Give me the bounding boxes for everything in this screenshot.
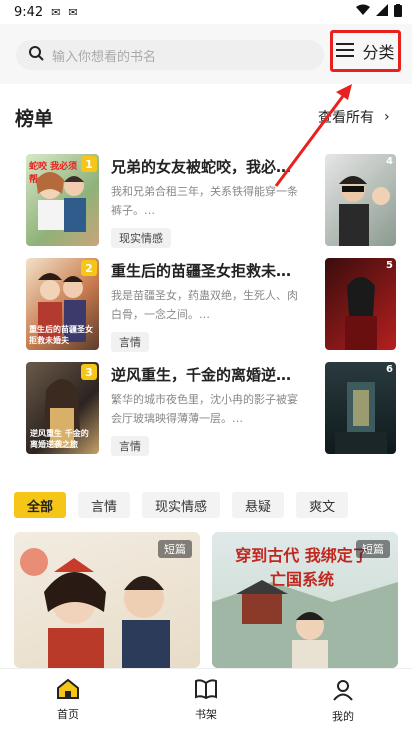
book-grid: 短篇 穿到古代 我绑定了亡国系统 短篇 (0, 532, 412, 668)
ranking-item[interactable]: 1 蛇咬 我必须帮 兄弟的女友被蛇咬，我必须… 我和兄弟合租三年，关系铁得能穿一… (0, 146, 412, 248)
search-input[interactable]: 输入你想看的书名 (16, 40, 324, 70)
tab-home[interactable]: 首页 (38, 678, 98, 722)
top-bar: 输入你想看的书名 分类 (0, 24, 412, 84)
ranking-title: 榜单 (15, 108, 54, 130)
book-cover: 3 逆风重生 千金的离婚逆袭之旅 (26, 362, 99, 454)
rank-badge: 2 (81, 260, 97, 276)
book-description: 我和兄弟合租三年，关系铁得能穿一条裤子。… (111, 185, 298, 217)
ranking-item[interactable]: 3 逆风重生 千金的离婚逆袭之旅 逆风重生，千金的离婚逆袭… 繁华的城市夜色里，… (0, 354, 412, 456)
rank-badge: 5 (386, 260, 393, 271)
book-description: 繁华的城市夜色里，沈小冉的影子被宴会厅玻璃映得薄薄一层。… (111, 393, 298, 425)
cover-text: 穿到古代 我绑定了亡国系统 (235, 546, 369, 589)
filter-chip-shuangwen[interactable]: 爽文 (296, 492, 349, 518)
search-icon (28, 45, 44, 65)
rank-badge: 1 (81, 156, 97, 172)
battery-icon (394, 3, 402, 21)
rank-badge: 6 (386, 364, 393, 375)
filter-chip-romance[interactable]: 言情 (78, 492, 131, 518)
tab-home-label: 首页 (57, 708, 79, 721)
genre-filter-bar: 全部 言情 现实情感 悬疑 爽文 (14, 492, 404, 518)
profile-icon (332, 679, 354, 704)
cover-text: 逆风重生 千金的离婚逆袭之旅 (30, 429, 89, 449)
book-card[interactable]: 短篇 (14, 532, 200, 668)
filter-chip-suspense[interactable]: 悬疑 (232, 492, 285, 518)
wifi-icon (356, 4, 370, 20)
filter-chip-all[interactable]: 全部 (14, 492, 67, 518)
signal-icon (376, 4, 388, 20)
bottom-tab-bar: 首页 书架 我的 (0, 668, 412, 732)
rank-badge: 4 (386, 156, 393, 167)
book-card[interactable]: 穿到古代 我绑定了亡国系统 短篇 (212, 532, 398, 668)
category-label: 分类 (362, 43, 395, 62)
rank-badge: 3 (81, 364, 97, 380)
status-time: 9:42 (14, 4, 44, 20)
category-button[interactable]: 分类 (330, 30, 401, 72)
book-cover[interactable]: 4 (325, 154, 396, 246)
genre-tag: 言情 (111, 332, 149, 352)
genre-tag: 言情 (111, 436, 149, 456)
home-icon (57, 678, 79, 702)
chevron-right-icon: › (384, 109, 390, 125)
short-story-badge: 短篇 (356, 540, 390, 558)
cover-text: 蛇咬 我必须帮 (29, 162, 78, 185)
search-placeholder: 输入你想看的书名 (52, 49, 157, 65)
notification-icon: ✉ (51, 5, 61, 19)
book-title: 兄弟的女友被蛇咬，我必须… (111, 158, 303, 176)
menu-icon (336, 42, 355, 61)
cover-text: 重生后的苗疆圣女拒救未婚夫 (29, 325, 93, 345)
book-description: 我是苗疆圣女，药蛊双绝，生死人、肉白骨，一念之间。… (111, 289, 298, 321)
ranking-item[interactable]: 2 重生后的苗疆圣女拒救未婚夫 重生后的苗疆圣女拒救未婚… 我是苗疆圣女，药蛊双… (0, 250, 412, 352)
tab-profile[interactable]: 我的 (313, 679, 373, 724)
filter-chip-realistic[interactable]: 现实情感 (142, 492, 221, 518)
book-icon (195, 679, 217, 702)
book-cover[interactable]: 5 (325, 258, 396, 350)
ranking-header: 榜单 查看所有 › (0, 104, 412, 132)
see-all-label: 查看所有 (318, 110, 374, 126)
tab-bookshelf-label: 书架 (195, 708, 217, 721)
tab-bookshelf[interactable]: 书架 (176, 679, 236, 722)
short-story-badge: 短篇 (158, 540, 192, 558)
genre-tag: 现实情感 (111, 228, 171, 248)
notification-icon: ✉ (68, 5, 78, 19)
book-cover: 2 重生后的苗疆圣女拒救未婚夫 (26, 258, 99, 350)
book-cover[interactable]: 6 (325, 362, 396, 454)
book-cover: 1 蛇咬 我必须帮 (26, 154, 99, 246)
tab-profile-label: 我的 (332, 710, 354, 723)
see-all-link[interactable]: 查看所有 › (318, 107, 390, 127)
book-title: 逆风重生，千金的离婚逆袭… (111, 366, 303, 384)
book-title: 重生后的苗疆圣女拒救未婚… (111, 262, 303, 280)
status-bar: 9:42 ✉ ✉ (0, 0, 412, 24)
